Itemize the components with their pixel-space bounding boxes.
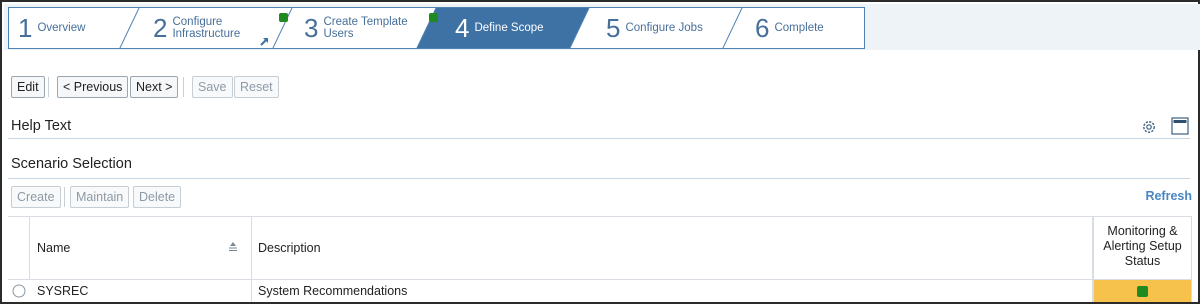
row-status-cell — [1093, 280, 1192, 302]
roadmap-step-create-template-users[interactable]: 3 Create Template Users — [304, 8, 408, 48]
row-name: SYSREC — [30, 280, 252, 302]
step-label-line2: Users — [323, 28, 354, 40]
help-text-title: Help Text — [11, 118, 72, 134]
step-label-line1: Create Template — [323, 16, 408, 28]
app-frame: 1 Overview 2 Configure Infrastructure 3 … — [0, 0, 1200, 304]
roadmap-step-overview[interactable]: 1 Overview — [18, 8, 85, 48]
step-number: 4 — [455, 13, 470, 43]
create-button[interactable]: Create — [11, 186, 61, 208]
status-indicator — [1137, 285, 1148, 297]
step-number: 3 — [304, 13, 319, 43]
roadmap-step-define-scope[interactable]: 4 Define Scope — [455, 8, 544, 48]
status-header-line3: Status — [1124, 254, 1161, 268]
step-complete-indicator — [279, 13, 288, 22]
step-label: Configure Jobs — [625, 22, 703, 34]
step-label: Create Template Users — [323, 16, 407, 40]
scenario-divider — [8, 178, 1190, 179]
arrow-up-right-icon — [260, 38, 268, 46]
step-complete-indicator — [429, 13, 438, 22]
sort-icon[interactable] — [227, 241, 239, 253]
roadmap-step-configure-infrastructure[interactable]: 2 Configure Infrastructure — [153, 8, 240, 48]
maintain-button[interactable]: Maintain — [70, 186, 130, 208]
step-number: 2 — [153, 13, 168, 43]
step-number: 1 — [18, 13, 33, 43]
scenario-table: Name Description Monitoring & Alerting S… — [8, 216, 1192, 302]
step-number: 6 — [755, 13, 770, 43]
status-header-line2: Alerting Setup — [1103, 239, 1182, 253]
toolbar-divider — [48, 77, 49, 97]
radio-button[interactable] — [12, 284, 26, 298]
delete-button[interactable]: Delete — [133, 186, 182, 208]
roadmap-step-complete[interactable]: 6 Complete — [755, 8, 824, 48]
step-label-line1: Configure — [172, 16, 223, 28]
step-label: Complete — [774, 22, 824, 34]
row-selector[interactable] — [8, 280, 30, 302]
description-column-header[interactable]: Description — [252, 217, 1093, 279]
step-label: Configure Infrastructure — [172, 16, 240, 40]
toolbar-divider — [64, 187, 65, 207]
selection-column-header — [8, 217, 30, 279]
name-header-label: Name — [37, 241, 71, 255]
step-label: Define Scope — [474, 22, 544, 34]
status-column-header[interactable]: Monitoring & Alerting Setup Status — [1093, 217, 1192, 279]
step-label: Overview — [37, 22, 86, 34]
reset-button[interactable]: Reset — [234, 76, 279, 98]
window-icon[interactable] — [1171, 117, 1189, 135]
gear-icon[interactable] — [1141, 119, 1157, 135]
name-column-header[interactable]: Name — [30, 217, 252, 279]
separator-1 — [119, 8, 140, 48]
status-header-line1: Monitoring & — [1107, 224, 1178, 238]
description-header-label: Description — [258, 241, 321, 255]
scenario-selection-title: Scenario Selection — [11, 156, 132, 172]
edit-button[interactable]: Edit — [11, 76, 45, 98]
save-button[interactable]: Save — [192, 76, 233, 98]
refresh-link[interactable]: Refresh — [1122, 189, 1192, 203]
step-label-line2: Infrastructure — [172, 28, 241, 40]
previous-button[interactable]: < Previous — [57, 76, 129, 98]
toolbar-divider — [183, 77, 184, 97]
row-description: System Recommendations — [252, 280, 1093, 302]
roadmap: 1 Overview 2 Configure Infrastructure 3 … — [8, 7, 865, 49]
separator-5 — [722, 8, 743, 48]
help-text-divider — [8, 138, 1190, 139]
next-button[interactable]: Next > — [130, 76, 179, 98]
step-number: 5 — [606, 13, 621, 43]
roadmap-step-configure-jobs[interactable]: 5 Configure Jobs — [606, 8, 703, 48]
